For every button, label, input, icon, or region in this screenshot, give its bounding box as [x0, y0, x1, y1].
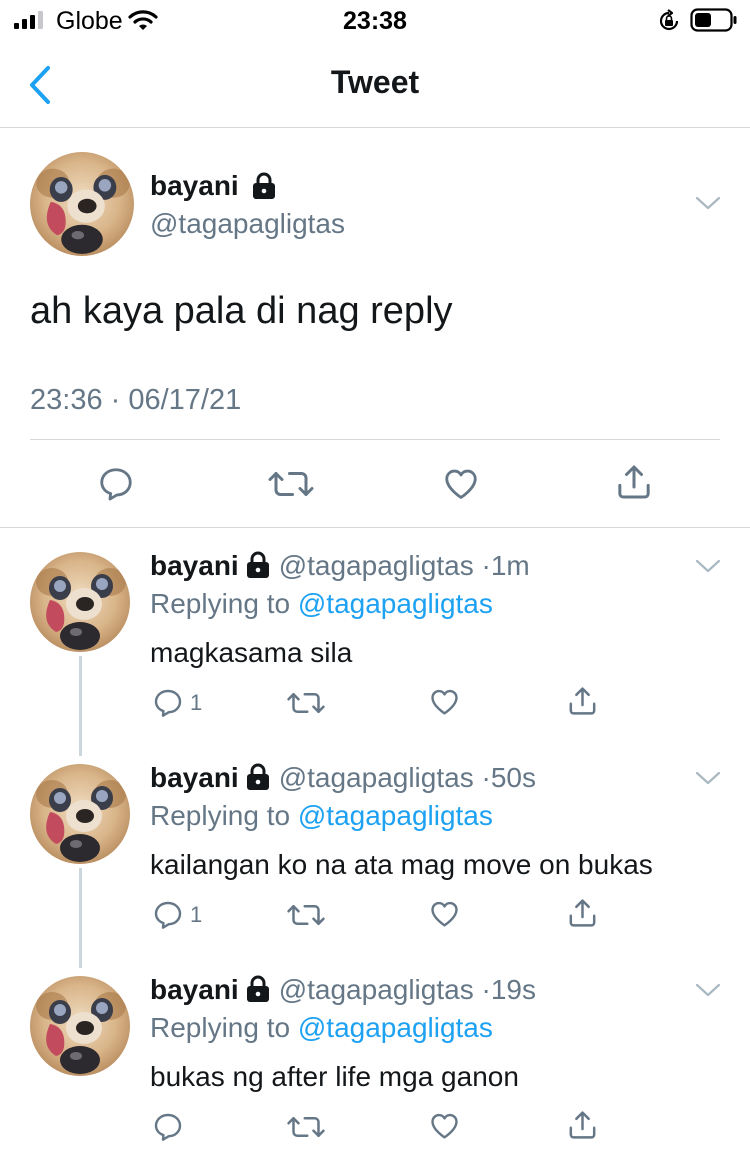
like-icon[interactable] — [428, 1110, 461, 1142]
avatar[interactable] — [30, 552, 130, 652]
share-icon[interactable] — [566, 896, 599, 930]
separator-dot: · — [481, 762, 491, 793]
separator-dot: · — [481, 974, 491, 1005]
reply-tweet[interactable]: bayani @tagapagligtas ·50s Replying to @t… — [0, 740, 750, 952]
status-time: 23:38 — [343, 7, 407, 35]
author-name[interactable]: bayani — [150, 974, 239, 1005]
reply-tweet[interactable]: bayani @tagapagligtas ·1m Replying to @ta… — [0, 528, 750, 740]
padlock-icon — [245, 975, 271, 1003]
reply-count: 1 — [190, 902, 203, 927]
reply-icon[interactable] — [97, 465, 135, 503]
battery-icon — [690, 8, 737, 32]
replying-prefix: Replying to — [150, 800, 298, 831]
reply-tweet[interactable]: bayani @tagapagligtas ·19s Replying to @t… — [0, 952, 750, 1160]
author-handle[interactable]: @tagapagligtas — [279, 974, 474, 1005]
orientation-lock-icon — [659, 9, 679, 31]
replying-mention[interactable]: @tagapagligtas — [298, 1012, 493, 1043]
retweet-icon[interactable] — [287, 688, 325, 718]
share-icon[interactable] — [566, 684, 599, 718]
nav-bar: Tweet — [0, 42, 750, 128]
author-name[interactable]: bayani — [150, 170, 239, 202]
reply-time[interactable]: 1m — [491, 550, 530, 581]
avatar[interactable] — [30, 976, 130, 1076]
replying-to: Replying to @tagapagligtas — [150, 1012, 493, 1044]
reply-time[interactable]: 19s — [491, 974, 536, 1005]
reply-text: magkasama sila — [150, 637, 353, 668]
replying-prefix: Replying to — [150, 588, 298, 619]
reply-icon[interactable] — [152, 1111, 184, 1143]
like-icon[interactable] — [428, 686, 461, 718]
chevron-down-icon[interactable] — [695, 195, 721, 211]
retweet-icon[interactable] — [287, 1112, 325, 1142]
separator-dot: · — [481, 550, 491, 581]
reply-header: bayani @tagapagligtas ·19s — [150, 974, 536, 1006]
tweet-text: ah kaya pala di nag reply — [30, 290, 453, 332]
reply-icon[interactable] — [152, 899, 184, 931]
reply-text: bukas ng after life mga ganon — [150, 1061, 519, 1092]
reply-header: bayani @tagapagligtas ·50s — [150, 762, 536, 794]
author-handle[interactable]: @tagapagligtas — [279, 550, 474, 581]
reply-time[interactable]: 50s — [491, 762, 536, 793]
like-icon[interactable] — [441, 465, 481, 503]
replying-to: Replying to @tagapagligtas — [150, 588, 493, 620]
reply-header: bayani @tagapagligtas ·1m — [150, 550, 530, 582]
retweet-icon[interactable] — [268, 466, 314, 502]
main-tweet: bayani @tagapagligtas ah kaya pala di na… — [0, 128, 750, 528]
like-icon[interactable] — [428, 898, 461, 930]
share-icon[interactable] — [566, 1108, 599, 1142]
status-bar: Globe 23:38 — [0, 0, 750, 42]
divider — [30, 439, 720, 440]
reply-icon[interactable] — [152, 687, 184, 719]
padlock-icon — [245, 763, 271, 791]
author-handle[interactable]: @tagapagligtas — [150, 208, 345, 240]
retweet-icon[interactable] — [287, 900, 325, 930]
tweet-timestamp: 23:36 · 06/17/21 — [30, 384, 242, 416]
avatar[interactable] — [30, 152, 134, 256]
author-name[interactable]: bayani — [150, 550, 239, 581]
chevron-down-icon[interactable] — [695, 770, 721, 786]
reply-text: kailangan ko na ata mag move on bukas — [150, 849, 653, 880]
author-handle[interactable]: @tagapagligtas — [279, 762, 474, 793]
replying-mention[interactable]: @tagapagligtas — [298, 588, 493, 619]
author-name[interactable]: bayani — [150, 762, 239, 793]
chevron-down-icon[interactable] — [695, 558, 721, 574]
padlock-icon — [245, 551, 271, 579]
page-title: Tweet — [330, 64, 420, 100]
padlock-icon — [251, 172, 277, 200]
replying-to: Replying to @tagapagligtas — [150, 800, 493, 832]
reply-count: 1 — [190, 690, 203, 715]
share-icon[interactable] — [614, 462, 654, 502]
chevron-down-icon[interactable] — [695, 982, 721, 998]
replying-mention[interactable]: @tagapagligtas — [298, 800, 493, 831]
avatar[interactable] — [30, 764, 130, 864]
replying-prefix: Replying to — [150, 1012, 298, 1043]
